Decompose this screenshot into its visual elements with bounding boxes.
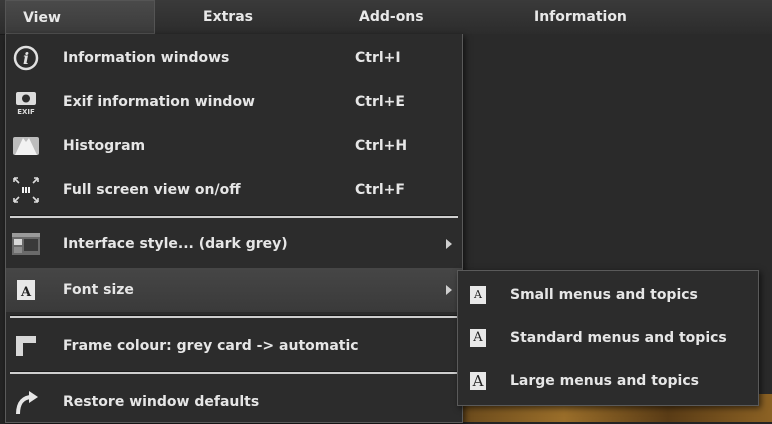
interface-style-icon — [12, 233, 40, 255]
shortcut-label: Ctrl+I — [355, 50, 401, 66]
shortcut-label: Ctrl+E — [355, 94, 405, 110]
menu-item-label: Information windows — [63, 50, 230, 66]
font-large-icon: A — [470, 372, 486, 390]
font-size-submenu: A Small menus and topics A Standard menu… — [457, 270, 759, 406]
menu-bar: View Extras Add-ons Information — [0, 0, 772, 35]
submenu-item-standard[interactable]: A Standard menus and topics — [458, 316, 758, 360]
exif-camera-icon: EXIF — [16, 92, 36, 116]
svg-text:A: A — [20, 285, 32, 300]
menu-item-label: Interface style... (dark grey) — [63, 236, 288, 252]
info-icon: i — [13, 45, 39, 71]
menu-item-restore-defaults[interactable]: Restore window defaults — [6, 380, 462, 424]
submenu-item-small[interactable]: A Small menus and topics — [458, 273, 758, 317]
view-menu-dropdown: i Information windows Ctrl+I EXIF Exif i… — [5, 34, 463, 423]
menu-item-information-windows[interactable]: i Information windows Ctrl+I — [6, 36, 462, 80]
menu-item-fullscreen[interactable]: Full screen view on/off Ctrl+F — [6, 168, 462, 212]
menu-separator — [10, 315, 458, 318]
menu-extras[interactable]: Extras — [203, 0, 253, 34]
menu-item-label: Font size — [63, 282, 134, 298]
menu-separator — [10, 371, 458, 374]
menu-information[interactable]: Information — [534, 0, 627, 34]
font-standard-icon: A — [470, 329, 486, 347]
menu-item-histogram[interactable]: Histogram Ctrl+H — [6, 124, 462, 168]
svg-text:i: i — [23, 49, 29, 68]
submenu-item-label: Small menus and topics — [510, 287, 698, 303]
menu-item-label: Restore window defaults — [63, 394, 260, 410]
menu-item-interface-style[interactable]: Interface style... (dark grey) — [6, 222, 462, 266]
submenu-item-label: Large menus and topics — [510, 373, 699, 389]
font-icon: A — [17, 280, 35, 300]
menu-addons[interactable]: Add-ons — [359, 0, 424, 34]
menu-item-font-size[interactable]: A Font size — [6, 268, 462, 312]
fullscreen-icon — [13, 177, 39, 203]
menu-item-label: Exif information window — [63, 94, 255, 110]
histogram-icon — [13, 137, 39, 155]
menu-item-frame-colour[interactable]: Frame colour: grey card -> automatic — [6, 324, 462, 368]
menu-item-label: Frame colour: grey card -> automatic — [63, 338, 359, 354]
svg-text:EXIF: EXIF — [17, 108, 35, 116]
menu-view[interactable]: View — [5, 0, 155, 34]
restore-arrow-icon — [16, 391, 38, 415]
shortcut-label: Ctrl+H — [355, 138, 408, 154]
shortcut-label: Ctrl+F — [355, 182, 405, 198]
submenu-item-label: Standard menus and topics — [510, 330, 727, 346]
font-small-icon: A — [470, 286, 486, 304]
submenu-arrow-icon — [446, 239, 452, 249]
submenu-item-large[interactable]: A Large menus and topics — [458, 359, 758, 403]
menu-separator — [10, 215, 458, 218]
menu-item-label: Histogram — [63, 138, 146, 154]
menu-item-exif-window[interactable]: EXIF Exif information window Ctrl+E — [6, 80, 462, 124]
menu-item-label: Full screen view on/off — [63, 182, 241, 198]
frame-icon — [16, 336, 36, 356]
submenu-arrow-icon — [446, 285, 452, 295]
